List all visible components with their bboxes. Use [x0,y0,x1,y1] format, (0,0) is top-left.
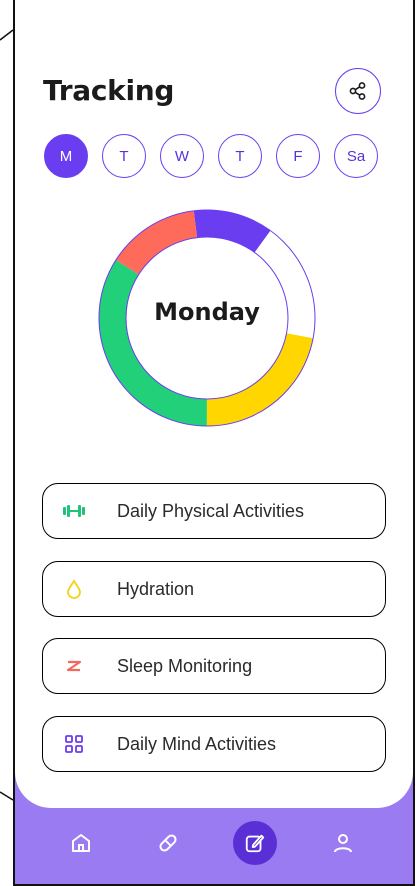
home-icon [72,834,90,852]
day-friday[interactable]: F [276,134,320,178]
activity-sleep-monitoring[interactable]: Sleep Monitoring [42,638,386,694]
edit-icon [245,834,265,853]
grid-icon [61,731,87,757]
sleep-z-icon [61,653,87,679]
activity-label: Daily Physical Activities [117,500,305,521]
nav-home[interactable] [59,821,103,865]
page-title: Tracking [43,74,175,107]
nav-profile[interactable] [321,821,365,865]
day-saturday[interactable]: Sa [334,134,378,178]
profile-icon [334,834,352,853]
day-wednesday[interactable]: W [160,134,204,178]
bottom-nav [15,808,413,884]
day-selector: M T W T F Sa [44,134,378,178]
nav-edit[interactable] [233,821,277,865]
activity-daily-physical[interactable]: Daily Physical Activities [42,483,386,539]
share-button[interactable] [335,68,381,114]
phone-screen: Tracking M T W T F Sa Monday Daily Physi… [13,0,415,886]
content-card: Tracking M T W T F Sa Monday Daily Physi… [15,0,413,808]
activity-hydration[interactable]: Hydration [42,561,386,617]
ring-day-label: Monday [154,298,260,326]
activity-label: Daily Mind Activities [117,733,277,754]
activity-daily-mind[interactable]: Daily Mind Activities [42,716,386,772]
nav-pills[interactable] [146,821,190,865]
pill-icon [159,834,177,852]
water-drop-icon [61,576,87,602]
dumbbell-icon [61,498,87,524]
share-icon [349,82,366,100]
day-monday[interactable]: M [44,134,88,178]
activity-label: Sleep Monitoring [117,655,253,676]
day-thursday[interactable]: T [218,134,262,178]
activity-label: Hydration [117,578,195,599]
day-tuesday[interactable]: T [102,134,146,178]
